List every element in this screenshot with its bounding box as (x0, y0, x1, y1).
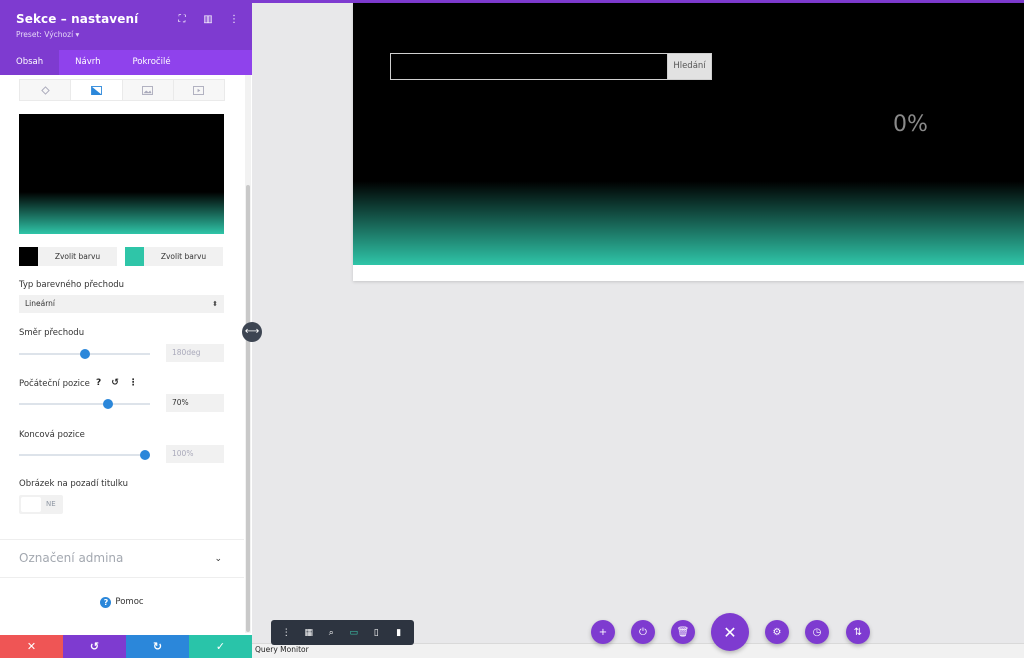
video-icon (193, 85, 205, 95)
more-vertical-icon[interactable]: ⋮ (129, 378, 138, 388)
panel-tabs: Obsah Návrh Pokročilé (0, 50, 252, 75)
sort-button[interactable]: ⇅ (846, 620, 870, 644)
admin-label-section[interactable]: Označení admina (19, 551, 123, 565)
close-icon: ✕ (723, 622, 737, 642)
choose-color-button[interactable]: Zvolit barvu (144, 247, 223, 266)
subtab-gradient[interactable] (71, 80, 123, 100)
more-vertical-icon[interactable]: ⋮ (278, 628, 294, 638)
close-icon: ✕ (26, 640, 37, 653)
start-position-tools: ? ↺ ⋮ (96, 378, 138, 388)
end-position-label: Koncová pozice (19, 430, 85, 440)
columns-icon[interactable]: ▥ (202, 14, 214, 26)
help-link[interactable]: ? Pomoc (0, 597, 244, 608)
background-type-tabs (19, 79, 225, 101)
gear-icon: ⚙ (772, 626, 782, 638)
chevron-down-icon[interactable]: ⌄ (214, 554, 222, 564)
delete-button[interactable]: 🗑 (671, 620, 695, 644)
color-swatch-end[interactable] (125, 247, 144, 266)
plus-icon: + (598, 626, 608, 638)
reset-icon[interactable]: ↺ (111, 378, 119, 388)
panel-scrollbar-thumb[interactable] (246, 185, 250, 632)
panel-resize-handle[interactable]: ⟷ (242, 322, 262, 342)
discard-button[interactable]: ✕ (0, 635, 63, 658)
zoom-icon[interactable]: ⌕ (323, 628, 339, 638)
color-swatch-start[interactable] (19, 247, 38, 266)
view-mode-toolbar: ⋮ ▦ ⌕ ▭ ▯ ▮ (271, 620, 414, 645)
end-position-slider[interactable] (19, 450, 150, 460)
progress-counter: 0% (893, 112, 928, 137)
sort-icon: ⇅ (853, 626, 863, 638)
choose-color-button[interactable]: Zvolit barvu (38, 247, 117, 266)
settings-panel: Sekce – nastavení Preset: Výchozí ▾ ⛶ ▥ … (0, 0, 252, 658)
tablet-icon[interactable]: ▯ (368, 628, 384, 638)
image-icon (142, 85, 154, 95)
panel-header: Sekce – nastavení Preset: Výchozí ▾ ⛶ ▥ … (0, 0, 252, 50)
start-position-value-input[interactable]: 70% (166, 394, 224, 412)
settings-button[interactable]: ⚙ (765, 620, 789, 644)
query-monitor-link[interactable]: Query Monitor (255, 645, 309, 654)
tab-design[interactable]: Návrh (59, 50, 116, 75)
focus-icon[interactable]: ⛶ (176, 14, 188, 26)
power-button[interactable]: ⏻ (631, 620, 655, 644)
add-module-button[interactable]: + (591, 620, 615, 644)
undo-button[interactable]: ↺ (63, 635, 126, 658)
title-bg-image-label: Obrázek na pozadí titulku (19, 479, 128, 489)
desktop-icon[interactable]: ▭ (346, 628, 362, 638)
toggle-value: NE (46, 500, 56, 508)
gradient-icon (90, 85, 102, 95)
gradient-type-label: Typ barevného přechodu (19, 280, 125, 290)
toggle-knob (21, 497, 41, 512)
gradient-color-pickers: Zvolit barvu Zvolit barvu (19, 247, 224, 266)
direction-value-input[interactable]: 180deg (166, 344, 224, 362)
gradient-type-select[interactable]: Lineární ⬍ (19, 295, 224, 313)
panel-scrollbar[interactable] (245, 75, 251, 633)
panel-header-icons: ⛶ ▥ ⋮ (176, 14, 240, 26)
preset-selector[interactable]: Preset: Výchozí ▾ (16, 30, 236, 39)
tab-content[interactable]: Obsah (0, 50, 60, 75)
start-position-slider[interactable] (19, 399, 150, 409)
help-label: Pomoc (115, 597, 144, 607)
search-button[interactable]: Hledání (667, 53, 712, 80)
select-arrows-icon: ⬍ (212, 300, 218, 308)
history-button[interactable]: ◷ (805, 620, 829, 644)
color-picker-start[interactable]: Zvolit barvu (19, 247, 117, 266)
search-input[interactable] (390, 53, 667, 80)
start-position-label: Počáteční pozice (19, 379, 90, 389)
undo-icon: ↺ (89, 640, 100, 653)
title-bg-image-toggle[interactable]: NE (19, 495, 63, 514)
divider (0, 577, 244, 578)
save-button[interactable]: ✓ (189, 635, 252, 658)
redo-icon: ↻ (152, 640, 163, 653)
gradient-type-value: Lineární (25, 299, 56, 308)
close-builder-button[interactable]: ✕ (711, 613, 749, 651)
direction-slider-thumb[interactable] (79, 349, 90, 359)
power-icon: ⏻ (639, 626, 647, 638)
gradient-preview (19, 114, 224, 234)
clock-icon: ◷ (812, 626, 822, 638)
redo-button[interactable]: ↻ (126, 635, 189, 658)
paint-bucket-icon (40, 85, 50, 95)
check-icon: ✓ (215, 640, 226, 653)
status-bar: Query Monitor (252, 643, 1024, 658)
subtab-color[interactable] (20, 80, 72, 100)
panel-body: Zvolit barvu Zvolit barvu Typ barevného … (0, 75, 244, 635)
trash-icon: 🗑 (676, 626, 690, 638)
direction-slider[interactable] (19, 349, 150, 359)
phone-icon[interactable]: ▮ (391, 628, 407, 638)
direction-label: Směr přechodu (19, 328, 85, 338)
start-position-slider-thumb[interactable] (103, 399, 114, 409)
search-module: Hledání (390, 53, 712, 80)
divider (0, 539, 244, 540)
subtab-image[interactable] (123, 80, 174, 100)
panel-action-bar: ✕ ↺ ↻ ✓ (0, 635, 252, 658)
help-icon[interactable]: ? (96, 378, 101, 388)
subtab-video[interactable] (174, 80, 224, 100)
wireframe-icon[interactable]: ▦ (301, 628, 317, 638)
color-picker-end[interactable]: Zvolit barvu (125, 247, 223, 266)
help-icon: ? (100, 597, 112, 608)
more-vertical-icon[interactable]: ⋮ (228, 14, 240, 26)
tab-advanced[interactable]: Pokročilé (116, 50, 186, 75)
end-position-value-input[interactable]: 100% (166, 445, 224, 463)
end-position-slider-thumb[interactable] (139, 450, 150, 460)
